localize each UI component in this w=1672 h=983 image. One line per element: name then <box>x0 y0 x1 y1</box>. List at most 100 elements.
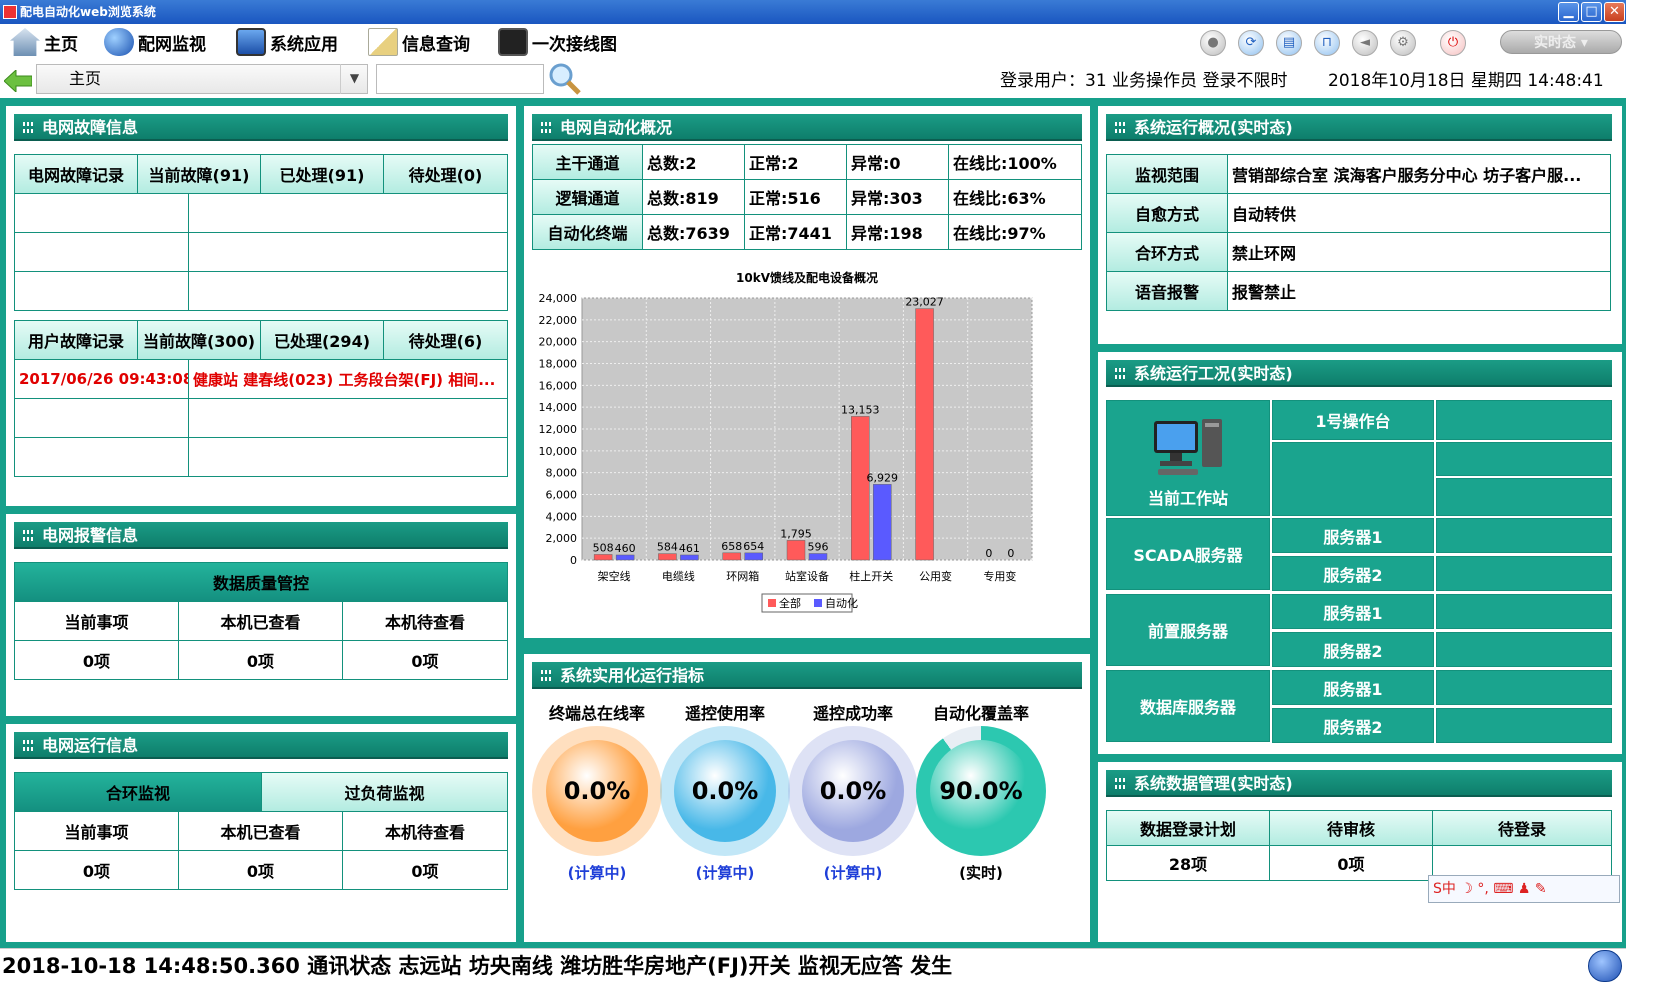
menu-system-app[interactable]: 系统应用 <box>236 27 338 57</box>
home-icon[interactable] <box>1588 950 1622 982</box>
maximize-icon[interactable]: □ <box>1581 2 1602 22</box>
alarm-panel-title: 电网报警信息 <box>42 526 139 545</box>
gauge-status: (实时) <box>959 864 1003 882</box>
status-bar: 2018-10-18 14:48:50.360 通讯状态 志远站 坊央南线 潍坊… <box>0 948 1626 982</box>
y-tick-label: 16,000 <box>539 379 578 392</box>
user-current-fault-header[interactable]: 当前故障(300) <box>137 320 261 360</box>
server-group[interactable]: 前置服务器 <box>1106 594 1270 666</box>
monitor-scope-key: 监视范围 <box>1106 154 1228 194</box>
console-status <box>1436 442 1612 476</box>
gauge-title: 自动化覆盖率 <box>932 704 1029 723</box>
server-status <box>1436 556 1612 591</box>
location-icon[interactable]: ● <box>1200 30 1226 56</box>
server-group[interactable]: 数据库服务器 <box>1106 670 1270 742</box>
server-item[interactable]: 服务器1 <box>1272 518 1434 553</box>
system-overview-panel: 系统运行概况(实时态) 监视范围 营销部综合室 滨海客户服务分中心 坊子客户服.… <box>1098 106 1622 344</box>
server-item[interactable]: 服务器1 <box>1272 670 1434 705</box>
gauge-title: 遥控使用率 <box>684 704 765 723</box>
x-tick-label: 柱上开关 <box>849 569 893 583</box>
menu-info-query[interactable]: 信息查询 <box>368 27 470 57</box>
server-item[interactable]: 服务器2 <box>1272 556 1434 591</box>
search-input[interactable] <box>376 64 544 94</box>
data-login-plan-value[interactable]: 28项 <box>1106 845 1270 881</box>
grid-current-fault-header[interactable]: 当前故障(91) <box>137 154 261 194</box>
tab-overload-monitor[interactable]: 过负荷监视 <box>261 772 508 812</box>
lock-icon[interactable]: ⊓ <box>1314 30 1340 56</box>
refresh-icon[interactable]: ⟳ <box>1238 30 1264 56</box>
grid-handled-fault-header[interactable]: 已处理(91) <box>260 154 384 194</box>
automation-total-cell: 总数:2 <box>642 144 745 180</box>
grid-icon <box>541 670 553 681</box>
power-icon[interactable]: ⏻ <box>1440 30 1466 56</box>
y-tick-label: 12,000 <box>539 423 578 436</box>
operation-pending-header: 本机待查看 <box>342 811 508 851</box>
app-icon <box>3 5 17 19</box>
loop-mode-key: 合环方式 <box>1106 232 1228 272</box>
chevron-down-icon[interactable]: ▼ <box>340 64 368 94</box>
x-tick-label: 环网箱 <box>726 569 759 583</box>
data-label: 0 <box>985 547 992 560</box>
alarm-pending-value[interactable]: 0项 <box>342 640 508 680</box>
automation-abnormal-cell: 异常:0 <box>846 144 949 180</box>
operation-viewed-value[interactable]: 0项 <box>178 850 343 890</box>
gauge-ring[interactable]: 0.0% <box>532 726 662 856</box>
monitor-icon <box>236 28 266 56</box>
grid-icon <box>23 122 35 133</box>
user-fault-row-desc[interactable]: 健康站 建春线(023) 工务段台架(FJ) 相间... <box>188 359 508 399</box>
gauge-status: (计算中) <box>695 864 755 882</box>
y-tick-label: 0 <box>570 554 577 567</box>
settings-icon[interactable]: ⚙ <box>1390 30 1416 56</box>
gauge-ring[interactable]: 90.0% <box>916 726 1046 856</box>
user-fault-row-time[interactable]: 2017/06/26 09:43:08 <box>14 359 189 399</box>
ime-toolbar[interactable]: S中 ☽ °, ⌨ ♟ ✎ <box>1428 875 1620 903</box>
operation-pending-value[interactable]: 0项 <box>342 850 508 890</box>
server-item[interactable]: 服务器2 <box>1272 632 1434 667</box>
system-data-panel: 系统数据管理(实时态) 数据登录计划 待审核 待登录 28项 0项 <box>1098 762 1622 942</box>
pending-review-value[interactable]: 0项 <box>1269 845 1433 881</box>
server-item[interactable]: 服务器2 <box>1272 708 1434 743</box>
data-label: 584 <box>657 541 678 554</box>
close-icon[interactable]: ✕ <box>1604 2 1625 22</box>
minimize-icon[interactable]: ▁ <box>1558 2 1579 22</box>
sound-icon[interactable]: ◄ <box>1352 30 1378 56</box>
gauge-value: 90.0% <box>930 740 1032 842</box>
system-overview-header: 系统运行概况(实时态) <box>1106 114 1612 141</box>
current-workstation[interactable]: 当前工作站 <box>1106 400 1270 516</box>
back-arrow-icon[interactable] <box>4 70 32 92</box>
realtime-state-dropdown[interactable]: 实时态 ▾ <box>1500 30 1622 54</box>
search-icon[interactable] <box>548 62 582 96</box>
page-selector[interactable]: 主页 <box>36 64 368 94</box>
user-pending-fault-header[interactable]: 待处理(6) <box>383 320 508 360</box>
console-1[interactable]: 1号操作台 <box>1272 400 1434 440</box>
automation-name-cell: 逻辑通道 <box>532 179 643 215</box>
alarm-viewed-value[interactable]: 0项 <box>178 640 343 680</box>
user-fault-record-header[interactable]: 用户故障记录 <box>14 320 138 360</box>
automation-panel-header: 电网自动化概况 <box>532 114 1082 141</box>
menu-network-monitor[interactable]: 配网监视 <box>104 27 206 57</box>
grid-fault-row-time <box>14 193 189 233</box>
gauge-ring[interactable]: 0.0% <box>788 726 918 856</box>
alarm-current-items-value[interactable]: 0项 <box>14 640 179 680</box>
grid-pending-fault-header[interactable]: 待处理(0) <box>383 154 508 194</box>
operation-current-items-value[interactable]: 0项 <box>14 850 179 890</box>
user-handled-fault-header[interactable]: 已处理(294) <box>260 320 384 360</box>
fault-panel-header: 电网故障信息 <box>14 114 508 141</box>
operation-panel-header: 电网运行信息 <box>14 732 508 759</box>
bar <box>873 484 892 561</box>
server-status <box>1436 594 1612 629</box>
x-tick-label: 架空线 <box>598 569 631 583</box>
gauge-ring[interactable]: 0.0% <box>660 726 790 856</box>
menu-wiring-diagram[interactable]: 一次接线图 <box>498 27 617 57</box>
grid-fault-record-header[interactable]: 电网故障记录 <box>14 154 138 194</box>
bar <box>593 554 613 561</box>
print-icon[interactable]: ▤ <box>1276 30 1302 56</box>
menu-home[interactable]: 主页 <box>10 27 78 57</box>
server-group[interactable]: SCADA服务器 <box>1106 518 1270 590</box>
data-quality-tab[interactable]: 数据质量管控 <box>14 562 508 602</box>
data-label: 23,027 <box>905 296 944 309</box>
server-item[interactable]: 服务器1 <box>1272 594 1434 629</box>
tab-loop-monitor[interactable]: 合环监视 <box>14 772 262 812</box>
pending-login-header: 待登录 <box>1432 810 1612 846</box>
operation-panel-title: 电网运行信息 <box>42 736 139 755</box>
system-data-title: 系统数据管理(实时态) <box>1134 774 1293 793</box>
